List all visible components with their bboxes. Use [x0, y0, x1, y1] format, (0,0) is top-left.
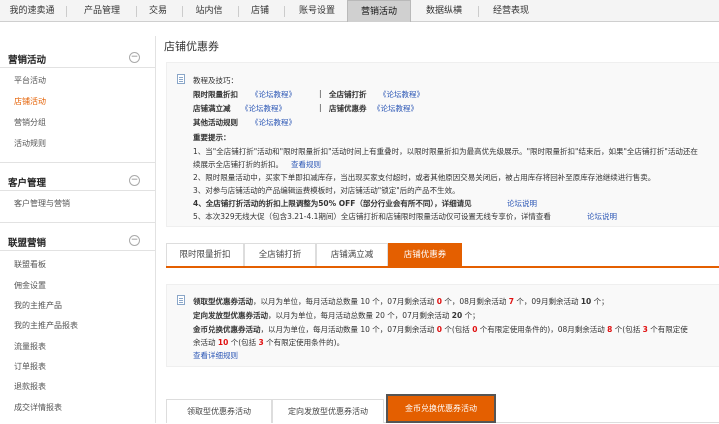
sidebar-divider: [0, 67, 156, 68]
nav-divider: [182, 6, 183, 17]
sidebar-item-activity-rules[interactable]: 活动规则: [14, 138, 46, 149]
nav-tab-products[interactable]: 产品管理: [78, 0, 126, 22]
coupon-info-box: 领取型优惠券活动，以月为单位，每月活动总数量 10 个，07月剩余活动 0 个，…: [166, 284, 719, 367]
document-icon: [177, 74, 185, 84]
note-1-cont: 续展示全店铺打折的折扣。: [193, 160, 283, 169]
sidebar-divider: [0, 222, 156, 223]
tip-separator: |: [319, 103, 322, 112]
note-3: 3、对参与店铺活动的产品编辑运费模板时，对店铺活动"锁定"后的产品不生效。: [193, 186, 460, 195]
nav-tab-transactions[interactable]: 交易: [144, 0, 172, 22]
collapse-icon[interactable]: −: [129, 52, 140, 63]
tab-full-reduction[interactable]: 店铺满立减: [316, 243, 388, 266]
sidebar-divider: [0, 162, 156, 163]
view-rules-link[interactable]: 查看详细规则: [193, 350, 238, 361]
tab-store-discount[interactable]: 全店铺打折: [244, 243, 316, 266]
sidebar-item-transaction-report[interactable]: 成交详情报表: [14, 402, 62, 413]
nav-divider: [478, 6, 479, 17]
page-title: 店铺优惠券: [164, 40, 219, 53]
document-icon: [177, 295, 185, 305]
sidebar-item-order-report[interactable]: 订单报表: [14, 361, 46, 372]
tip-link-other-rules[interactable]: 《论坛教程》: [251, 117, 296, 128]
tip-name-full-reduction: 店铺满立减: [193, 104, 231, 113]
tips-header: 教程及技巧：: [193, 76, 238, 85]
sidebar-item-promoted-products-report[interactable]: 我的主推产品报表: [14, 320, 78, 331]
nav-divider: [66, 6, 67, 17]
coupon-line-targeted: 定向发放型优惠券活动，以月为单位，每月活动总数量 20 个，07月剩余活动 20…: [193, 311, 480, 320]
tip-name-other-rules: 其他活动规则: [193, 118, 238, 127]
note-5-link[interactable]: 论坛说明: [587, 211, 617, 222]
collapse-icon[interactable]: −: [129, 235, 140, 246]
note-2: 2、限时限量活动中，买家下单即扣减库存，当出现买家支付超时，或者其他原因交易关闭…: [193, 173, 656, 182]
tip-link-store-discount[interactable]: 《论坛教程》: [379, 89, 424, 100]
sidebar-item-customer-management[interactable]: 客户管理与营销: [14, 198, 70, 209]
tip-link-limited-discount[interactable]: 《论坛教程》: [251, 89, 296, 100]
top-nav: 我的速卖通 产品管理 交易 站内信 店铺 账号设置 营销活动 数据纵横 经营表现: [0, 0, 719, 22]
sidebar-section-marketing-title: 营销活动: [8, 55, 47, 66]
coupon-line-claim: 领取型优惠券活动，以月为单位，每月活动总数量 10 个，07月剩余活动 0 个，…: [193, 297, 609, 306]
sidebar-item-commission-settings[interactable]: 佣金设置: [14, 280, 46, 291]
tip-link-store-coupon[interactable]: 《论坛教程》: [373, 103, 418, 114]
important-title: 重要提示：: [193, 133, 231, 142]
note-5: 5、本次329无线大促（包含3.21-4.1期间）全店铺打折和店铺限时限量活动仅…: [193, 212, 551, 221]
note-4: 4、全店铺打折活动的折扣上限调整为50% OFF（部分行业会有所不同），详细请见: [193, 199, 472, 208]
collapse-icon[interactable]: −: [129, 175, 140, 186]
tab-limited-discount[interactable]: 限时限量折扣: [166, 243, 244, 266]
nav-divider: [284, 6, 285, 17]
nav-divider: [238, 6, 239, 17]
nav-tab-data[interactable]: 数据纵横: [420, 0, 468, 22]
sidebar-divider: [0, 250, 156, 251]
tab-targeted-coupon[interactable]: 定向发放型优惠券活动: [272, 399, 384, 423]
sidebar-section-affiliate-title: 联盟营销: [8, 238, 47, 249]
nav-tab-store[interactable]: 店铺: [246, 0, 274, 22]
sidebar-divider: [0, 190, 156, 191]
note-1-rule-link[interactable]: 查看规则: [291, 159, 321, 170]
sidebar-item-platform-activity[interactable]: 平台活动: [14, 75, 46, 86]
coupon-line-coin: 金币兑换优惠券活动，以月为单位，每月活动数量 10 个，07月剩余活动 0 个(…: [193, 325, 688, 334]
sidebar-item-marketing-groups[interactable]: 营销分组: [14, 117, 46, 128]
coupon-tabs: 领取型优惠券活动 定向发放型优惠券活动 金币兑换优惠券活动: [166, 394, 719, 423]
nav-tab-account-settings[interactable]: 账号设置: [292, 0, 342, 22]
tip-link-full-reduction[interactable]: 《论坛教程》: [241, 103, 286, 114]
tab-claim-coupon[interactable]: 领取型优惠券活动: [166, 399, 272, 423]
tip-name-store-discount: 全店铺打折: [329, 90, 367, 99]
tip-name-store-coupon: 店铺优惠券: [329, 104, 367, 113]
tip-separator: |: [319, 89, 322, 98]
tab-store-coupon[interactable]: 店铺优惠券: [388, 243, 462, 266]
tab-coin-coupon[interactable]: 金币兑换优惠券活动: [386, 394, 496, 423]
sidebar-item-promoted-products[interactable]: 我的主推产品: [14, 300, 62, 311]
note-4-link[interactable]: 论坛说明: [507, 198, 537, 209]
nav-tab-marketing[interactable]: 营销活动: [347, 0, 411, 22]
sidebar-item-refund-report[interactable]: 退款报表: [14, 381, 46, 392]
tips-box: 教程及技巧： 限时限量折扣 《论坛教程》 | 全店铺打折 《论坛教程》 店铺满立…: [166, 62, 719, 227]
coupon-line-coin-cont: 余活动 10 个(包括 3 个有限定使用条件的)。: [193, 338, 345, 347]
campaign-tabs: 限时限量折扣 全店铺打折 店铺满立减 店铺优惠券: [166, 243, 719, 268]
sidebar: 营销活动 − 平台活动 店铺活动 营销分组 活动规则 客户管理 − 客户管理与营…: [0, 36, 156, 423]
nav-tab-my-aliexpress[interactable]: 我的速卖通: [6, 0, 58, 22]
note-1: 1、当"全店铺打折"活动和"限时限量折扣"活动时间上有重叠时，以限时限量折扣为最…: [193, 147, 698, 156]
sidebar-section-customers-title: 客户管理: [8, 178, 47, 189]
sidebar-item-affiliate-dashboard[interactable]: 联盟看板: [14, 259, 46, 270]
tip-name-limited-discount: 限时限量折扣: [193, 90, 238, 99]
sidebar-item-traffic-report[interactable]: 流量报表: [14, 341, 46, 352]
nav-tab-messages[interactable]: 站内信: [190, 0, 228, 22]
nav-tab-performance[interactable]: 经营表现: [486, 0, 536, 22]
nav-divider: [136, 6, 137, 17]
sidebar-item-store-activity[interactable]: 店铺活动: [14, 96, 46, 107]
